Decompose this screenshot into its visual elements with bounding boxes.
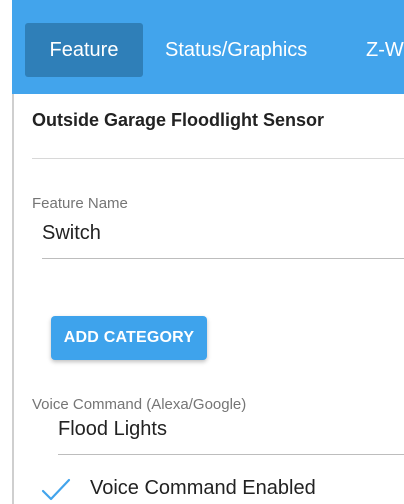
panel-left-border bbox=[12, 94, 14, 504]
voice-command-field[interactable]: Flood Lights bbox=[58, 418, 167, 441]
voice-command-underline bbox=[58, 454, 404, 455]
feature-name-field[interactable]: Switch bbox=[42, 222, 101, 245]
tab-bar: Feature Status/Graphics Z-W bbox=[12, 0, 404, 94]
title-divider bbox=[32, 158, 404, 159]
voice-command-enabled-label[interactable]: Voice Command Enabled bbox=[90, 477, 316, 500]
device-title: Outside Garage Floodlight Sensor bbox=[32, 110, 325, 130]
tab-status-graphics[interactable]: Status/Graphics bbox=[165, 23, 307, 77]
tab-feature[interactable]: Feature bbox=[25, 23, 143, 77]
feature-panel: Feature Status/Graphics Z-W Outside Gara… bbox=[0, 0, 404, 504]
feature-name-underline bbox=[42, 258, 404, 259]
voice-command-label: Voice Command (Alexa/Google) bbox=[32, 396, 247, 413]
add-category-button[interactable]: ADD CATEGORY bbox=[51, 316, 207, 360]
check-icon[interactable] bbox=[40, 476, 72, 504]
feature-name-label: Feature Name bbox=[32, 195, 128, 212]
tab-z-wave[interactable]: Z-W bbox=[366, 23, 404, 77]
